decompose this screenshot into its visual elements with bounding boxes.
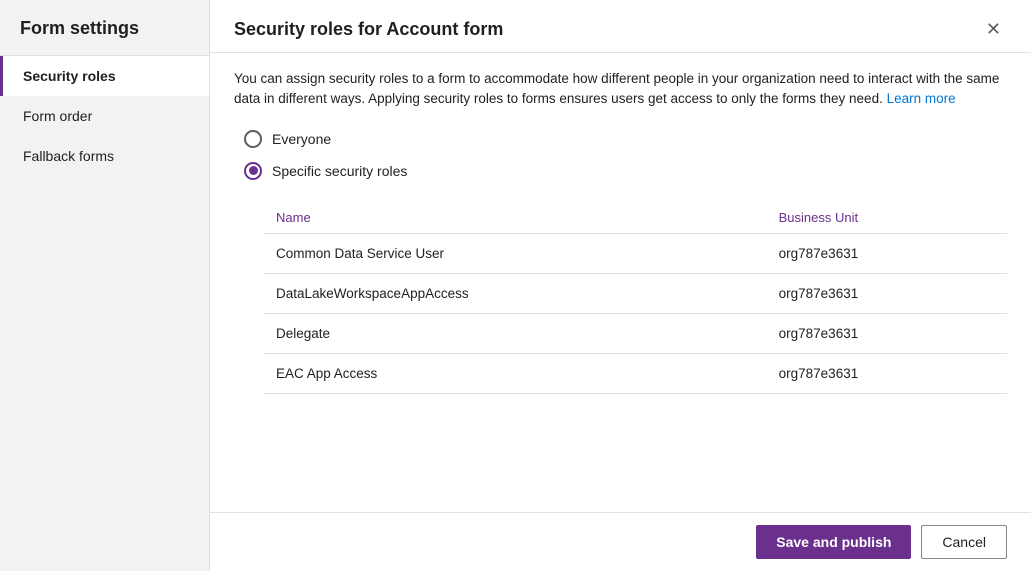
col-name: Name [264, 204, 767, 234]
dialog-title: Security roles for Account form [234, 19, 503, 40]
sidebar: Form settings Security roles Form order … [0, 0, 210, 571]
sidebar-item-fallback-forms[interactable]: Fallback forms [0, 136, 209, 176]
radio-everyone-label: Everyone [272, 131, 331, 147]
description-content: You can assign security roles to a form … [234, 71, 999, 106]
sidebar-item-security-roles[interactable]: Security roles [0, 56, 209, 96]
cell-role-name: Delegate [264, 313, 767, 353]
cancel-button[interactable]: Cancel [921, 525, 1007, 559]
table-row[interactable]: Delegateorg787e3631 [264, 313, 1007, 353]
cell-business-unit: org787e3631 [767, 233, 1007, 273]
dialog-body: You can assign security roles to a form … [210, 53, 1031, 512]
sidebar-item-form-order[interactable]: Form order [0, 96, 209, 136]
roles-table: Name Business Unit Common Data Service U… [264, 204, 1007, 394]
sidebar-item-label: Fallback forms [23, 148, 114, 164]
sidebar-item-label: Security roles [23, 68, 116, 84]
save-publish-button[interactable]: Save and publish [756, 525, 911, 559]
cell-business-unit: org787e3631 [767, 353, 1007, 393]
sidebar-item-label: Form order [23, 108, 92, 124]
main-dialog: Security roles for Account form ✕ You ca… [210, 0, 1031, 571]
radio-everyone[interactable]: Everyone [244, 130, 1007, 148]
radio-everyone-circle [244, 130, 262, 148]
cell-business-unit: org787e3631 [767, 273, 1007, 313]
cell-role-name: Common Data Service User [264, 233, 767, 273]
cell-role-name: EAC App Access [264, 353, 767, 393]
radio-specific-circle [244, 162, 262, 180]
dialog-header: Security roles for Account form ✕ [210, 0, 1031, 53]
learn-more-link[interactable]: Learn more [887, 91, 956, 106]
table-row[interactable]: EAC App Accessorg787e3631 [264, 353, 1007, 393]
description-text: You can assign security roles to a form … [234, 69, 1007, 110]
table-row[interactable]: Common Data Service Userorg787e3631 [264, 233, 1007, 273]
cell-business-unit: org787e3631 [767, 313, 1007, 353]
radio-specific-label: Specific security roles [272, 163, 407, 179]
col-business-unit: Business Unit [767, 204, 1007, 234]
radio-specific[interactable]: Specific security roles [244, 162, 1007, 180]
table-row[interactable]: DataLakeWorkspaceAppAccessorg787e3631 [264, 273, 1007, 313]
close-button[interactable]: ✕ [980, 18, 1007, 40]
radio-group: Everyone Specific security roles [234, 130, 1007, 180]
cell-role-name: DataLakeWorkspaceAppAccess [264, 273, 767, 313]
sidebar-title: Form settings [0, 0, 209, 56]
dialog-footer: Save and publish Cancel [210, 512, 1031, 571]
